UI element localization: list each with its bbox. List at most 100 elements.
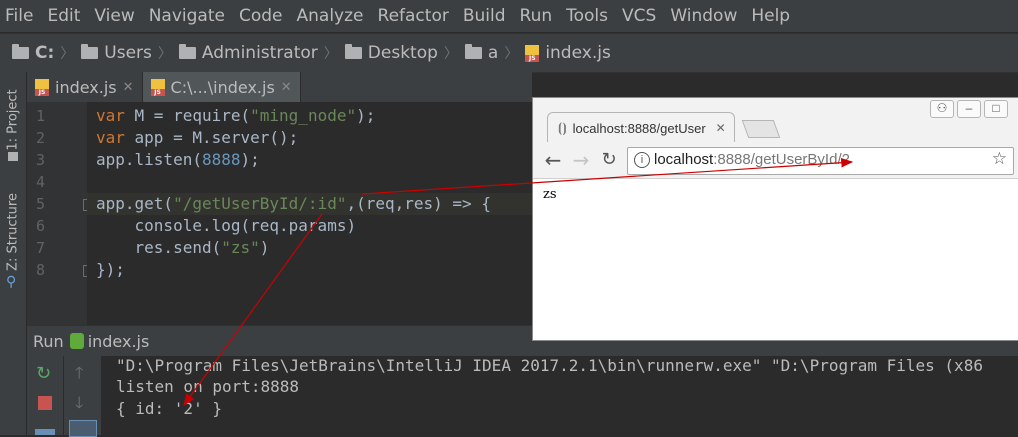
folder-icon <box>12 44 29 59</box>
menu-item-analyze[interactable]: Analyze <box>290 0 371 32</box>
stop-icon[interactable] <box>38 396 52 410</box>
menu-item-code[interactable]: Code <box>232 0 290 32</box>
code-token: var <box>96 106 125 125</box>
code-token: ,(req,res) => { <box>346 194 491 213</box>
browser-toolbar: ← → ↻ i localhost:8888/getUserById/2 ☆ <box>533 142 1018 179</box>
project-icon <box>8 152 18 161</box>
soft-wrap-icon[interactable] <box>69 420 97 437</box>
structure-tool-tab[interactable]: Z: Structure ⚲ <box>0 182 26 292</box>
code-token: app.listen( <box>96 150 202 169</box>
more-icon[interactable] <box>35 429 55 435</box>
forward-icon[interactable]: → <box>571 149 591 171</box>
breadcrumb-administrator[interactable]: Administrator 〉 <box>178 43 345 63</box>
line-number: 7 <box>35 239 45 257</box>
code-token: "/getUserById/:id" <box>173 194 347 213</box>
breadcrumb-file[interactable]: index.js <box>525 43 611 63</box>
bookmark-star-icon[interactable]: ☆ <box>992 149 1007 169</box>
folder-icon <box>178 44 196 59</box>
folder-icon <box>464 44 482 59</box>
console-line: "D:\Program Files\JetBrains\IntelliJ IDE… <box>116 356 983 375</box>
console-line: listen on port:8888 <box>116 377 300 396</box>
url-path: :8888/getUserById/2 <box>713 151 850 168</box>
structure-tab-label: Z: Structure <box>5 193 21 271</box>
back-icon[interactable]: ← <box>543 149 563 171</box>
code-token: }); <box>96 260 125 279</box>
user-icon[interactable]: ⚇ <box>930 100 954 118</box>
close-icon[interactable]: ✕ <box>123 80 134 95</box>
run-label: Run <box>33 331 64 351</box>
run-config-name[interactable]: index.js <box>88 332 150 351</box>
nodejs-icon <box>69 333 84 349</box>
up-arrow-icon[interactable]: 🡑 <box>75 362 83 389</box>
code-line: }); <box>96 259 125 281</box>
address-bar[interactable]: i localhost:8888/getUserById/2 ☆ <box>627 147 1014 175</box>
code-token: "zs" <box>221 238 260 257</box>
loading-icon: ⦗⦘ <box>558 120 567 135</box>
tab-c-index-js[interactable]: C:\...\index.js ✕ <box>142 72 301 102</box>
menu-item-run[interactable]: Run <box>513 0 560 32</box>
code-token: M = require( <box>124 106 251 125</box>
run-side-toolbar: ↻ <box>27 356 63 435</box>
code-line: var M = require("ming_node"); <box>96 105 375 127</box>
line-number: 4 <box>35 173 45 191</box>
reload-icon[interactable]: ↻ <box>599 149 619 171</box>
menu-bar: File Edit View Navigate Code Analyze Refactor B… <box>0 0 1018 32</box>
js-file-icon <box>35 78 49 96</box>
browser-tab[interactable]: ⦗⦘ localhost:8888/getUser ✕ <box>547 112 735 143</box>
menu-item-window[interactable]: Window <box>663 0 744 32</box>
menu-item-tools[interactable]: Tools <box>559 0 615 32</box>
close-icon[interactable]: ✕ <box>281 80 292 95</box>
run-side-toolbar-2: 🡑 🡓 <box>63 356 102 437</box>
browser-window: ⚇ – □ ⦗⦘ localhost:8888/getUser ✕ ← → ↻ … <box>532 97 1018 341</box>
breadcrumb-a[interactable]: a 〉 <box>464 43 525 63</box>
line-number: 8 <box>35 261 45 279</box>
line-number: 2 <box>35 129 45 147</box>
breadcrumb-users[interactable]: Users 〉 <box>81 43 179 63</box>
code-line: app.listen(8888); <box>96 149 260 171</box>
breadcrumb: C:〉 Users〉 Administrator〉 Desktop〉 a〉 in… <box>0 33 1018 73</box>
new-tab-button[interactable] <box>741 120 781 138</box>
code-token: res.send( <box>96 238 222 257</box>
close-icon[interactable]: ✕ <box>716 121 726 135</box>
line-number-gutter: 1 2 3 4 5 6 7 8 <box>27 102 95 325</box>
url-host: localhost <box>654 151 714 168</box>
code-token: 8888 <box>201 150 241 169</box>
editor-tabs: index.js ✕ C:\...\index.js ✕ <box>27 72 532 102</box>
console-line: { id: '2' } <box>116 399 222 418</box>
menu-item-file[interactable]: File <box>0 0 40 32</box>
run-console[interactable]: "D:\Program Files\JetBrains\IntelliJ IDE… <box>101 356 1018 435</box>
tab-label: index.js <box>55 77 117 97</box>
minimize-button[interactable]: – <box>957 100 981 118</box>
menu-item-edit[interactable]: Edit <box>40 0 87 32</box>
line-number: 3 <box>35 151 45 169</box>
menu-item-vcs[interactable]: VCS <box>615 0 663 32</box>
left-tool-strip: 1: Project Z: Structure ⚲ <box>0 72 27 435</box>
menu-item-navigate[interactable]: Navigate <box>142 0 232 32</box>
menu-item-help[interactable]: Help <box>744 0 797 32</box>
code-token: console.log(req.params) <box>96 216 357 235</box>
folder-icon <box>81 44 99 59</box>
menu-item-refactor[interactable]: Refactor <box>371 0 456 32</box>
rerun-icon[interactable]: ↻ <box>36 365 51 383</box>
code-editor[interactable]: var M = require("ming_node"); var app = M… <box>87 102 532 325</box>
breadcrumb-desktop[interactable]: Desktop 〉 <box>344 43 465 63</box>
project-tool-tab[interactable]: 1: Project <box>0 72 26 182</box>
menu-item-view[interactable]: View <box>87 0 141 32</box>
code-token: app.get( <box>96 194 174 213</box>
code-token: ) <box>259 238 270 257</box>
code-line: res.send("zs") <box>96 237 270 259</box>
tab-label: C:\...\index.js <box>170 77 275 97</box>
breadcrumb-drive[interactable]: C: 〉 <box>12 43 81 63</box>
code-line: console.log(req.params) <box>96 215 357 237</box>
code-token: ); <box>240 150 260 169</box>
line-number: 5 <box>35 195 45 213</box>
js-file-icon <box>525 44 540 62</box>
tab-index-js[interactable]: index.js ✕ <box>27 72 143 102</box>
line-number: 1 <box>35 107 45 125</box>
menu-item-build[interactable]: Build <box>456 0 513 32</box>
maximize-button[interactable]: □ <box>984 100 1008 118</box>
down-arrow-icon[interactable]: 🡓 <box>75 392 83 419</box>
page-content: zs <box>533 179 1018 340</box>
code-line: app.get("/getUserById/:id",(req,res) => … <box>96 193 491 215</box>
code-token: "ming_node" <box>250 106 357 125</box>
